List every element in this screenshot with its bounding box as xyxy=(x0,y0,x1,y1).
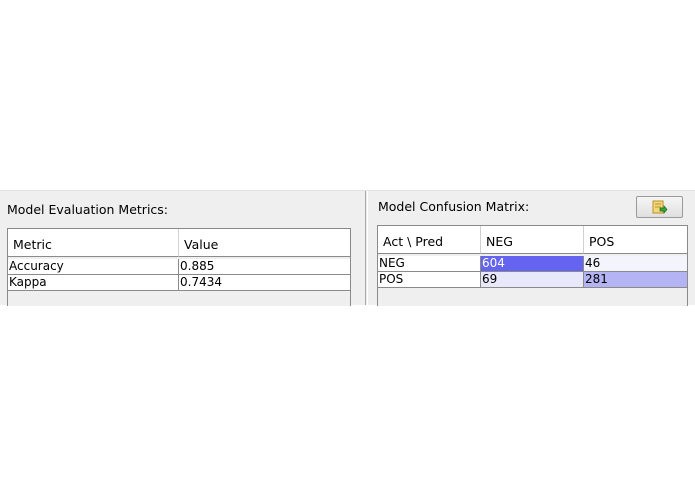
confusion-header-act-pred[interactable]: Act \ Pred xyxy=(378,226,481,254)
metrics-cell-accuracy-label[interactable]: Accuracy xyxy=(8,259,179,275)
metrics-cell-kappa-value[interactable]: 0.7434 xyxy=(179,275,350,291)
confusion-row-label-pos[interactable]: POS xyxy=(378,272,481,288)
confusion-cell-neg-neg[interactable]: 604 xyxy=(481,256,584,272)
metrics-cell-accuracy-value[interactable]: 0.885 xyxy=(179,259,350,275)
metrics-header-metric[interactable]: Metric xyxy=(8,229,179,257)
metrics-header-value[interactable]: Value xyxy=(179,229,350,257)
panel-divider-highlight xyxy=(367,191,368,305)
confusion-cell-pos-neg[interactable]: 69 xyxy=(481,272,584,288)
metrics-cell-kappa-label[interactable]: Kappa xyxy=(8,275,179,291)
confusion-header-neg[interactable]: NEG xyxy=(481,226,584,254)
metrics-table[interactable]: Metric Value Accuracy 0.885 Kappa 0.7434 xyxy=(7,228,351,306)
confusion-cell-pos-pos[interactable]: 281 xyxy=(584,272,687,288)
export-button[interactable] xyxy=(636,196,683,218)
confusion-header-pos[interactable]: POS xyxy=(584,226,687,254)
confusion-panel-title: Model Confusion Matrix: xyxy=(378,199,530,214)
results-strip: Model Evaluation Metrics: Metric Value A… xyxy=(0,190,695,306)
export-icon xyxy=(652,200,667,214)
confusion-matrix-table[interactable]: Act \ Pred NEG POS NEG 604 46 POS 69 281 xyxy=(377,225,688,306)
metrics-panel-title: Model Evaluation Metrics: xyxy=(7,202,169,217)
confusion-row-label-neg[interactable]: NEG xyxy=(378,256,481,272)
confusion-cell-neg-pos[interactable]: 46 xyxy=(584,256,687,272)
panel-divider[interactable] xyxy=(365,191,366,305)
